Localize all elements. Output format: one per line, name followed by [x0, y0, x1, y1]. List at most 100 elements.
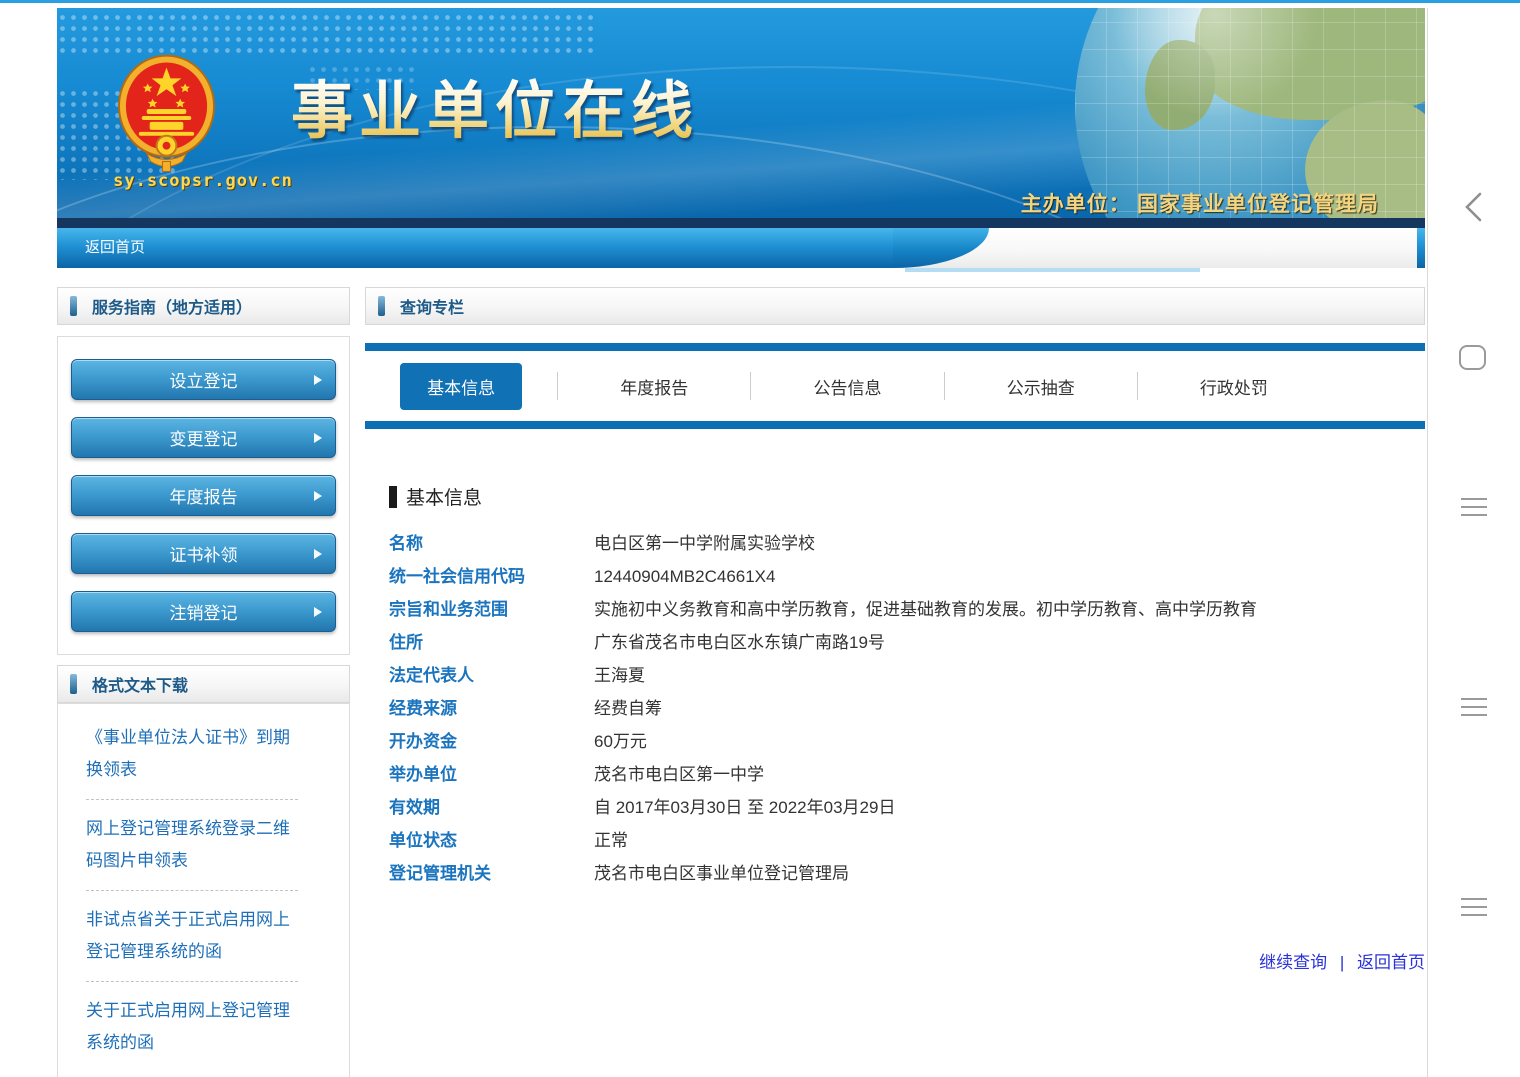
sidebar-guide-header: 服务指南（地方适用） — [57, 287, 350, 325]
field-value: 广东省茂名市电白区水东镇广南路19号 — [594, 626, 1412, 659]
content-area: 服务指南（地方适用） 设立登记 变更登记 年度报告 证书补领 — [57, 287, 1425, 1077]
banner-bottom-strip — [57, 218, 1425, 228]
tab-bottom-bar — [365, 421, 1425, 429]
section-title-bar — [389, 486, 397, 508]
hamburger-menu-icon[interactable] — [1461, 898, 1487, 916]
field-row-funding-source: 经费来源 经费自筹 — [389, 692, 1425, 725]
sidebar-button-label: 设立登记 — [170, 367, 238, 392]
header-accent-bar — [70, 296, 77, 316]
header-accent-bar — [70, 674, 77, 694]
hamburger-menu-icon[interactable] — [1461, 698, 1487, 716]
download-link-certificate-renewal[interactable]: 《事业单位法人证书》到期换领表 — [86, 722, 298, 786]
arrow-right-icon — [314, 491, 322, 501]
field-row-purpose-scope: 宗旨和业务范围 实施初中义务教育和高中学历教育，促进基础教育的发展。初中学历教育… — [389, 593, 1425, 626]
field-row-sponsor: 举办单位 茂名市电白区第一中学 — [389, 758, 1425, 791]
field-row-credit-code: 统一社会信用代码 12440904MB2C4661X4 — [389, 560, 1425, 593]
arrow-right-icon — [314, 375, 322, 385]
header-accent-bar — [378, 296, 385, 316]
field-row-registration-authority: 登记管理机关 茂名市电白区事业单位登记管理局 — [389, 857, 1425, 890]
main-panel: 查询专栏 基本信息 年度报告 公告信息 公示抽查 行政处罚 基本信息 — [365, 287, 1425, 973]
field-value: 12440904MB2C4661X4 — [594, 560, 1412, 593]
field-row-initial-capital: 开办资金 60万元 — [389, 725, 1425, 758]
site-banner: sy.scopsr.gov.cn 事业单位在线 主办单位： 国家事业单位登记管理… — [57, 8, 1425, 218]
sidebar-download-header: 格式文本下载 — [57, 665, 350, 703]
query-column-header-label: 查询专栏 — [400, 294, 464, 318]
download-link-nonpilot-letter[interactable]: 非试点省关于正式启用网上登记管理系统的函 — [86, 904, 298, 968]
arrow-right-icon — [314, 433, 322, 443]
field-label: 法定代表人 — [389, 659, 594, 692]
field-label: 名称 — [389, 527, 594, 560]
sidebar-button-label: 年度报告 — [170, 483, 238, 508]
query-column-header: 查询专栏 — [365, 287, 1425, 325]
field-label: 单位状态 — [389, 824, 594, 857]
footer-link-separator: | — [1340, 953, 1344, 972]
sidebar-button-change[interactable]: 变更登记 — [71, 417, 336, 458]
download-link-launch-letter[interactable]: 关于正式启用网上登记管理系统的函 — [86, 995, 298, 1059]
arrow-right-icon — [314, 549, 322, 559]
field-value: 经费自筹 — [594, 692, 1412, 725]
field-value: 自 2017年03月30日 至 2022年03月29日 — [594, 791, 1412, 824]
field-label: 登记管理机关 — [389, 857, 594, 890]
download-link-qrcode-form[interactable]: 网上登记管理系统登录二维码图片申领表 — [86, 813, 298, 877]
sidebar-button-deregister[interactable]: 注销登记 — [71, 591, 336, 632]
field-value: 茂名市电白区第一中学 — [594, 758, 1412, 791]
sidebar-button-label: 注销登记 — [170, 599, 238, 624]
sidebar-button-certificate[interactable]: 证书补领 — [71, 533, 336, 574]
hamburger-menu-icon[interactable] — [1461, 498, 1487, 516]
earth-globe-icon — [1075, 8, 1425, 218]
field-value: 电白区第一中学附属实验学校 — [594, 527, 1412, 560]
footer-links: 继续查询 | 返回首页 — [365, 948, 1425, 973]
sidebar-button-label: 证书补领 — [170, 541, 238, 566]
navbar-underline-sliver — [905, 268, 1200, 272]
sidebar-download-header-label: 格式文本下载 — [92, 672, 188, 696]
sidebar-download-panel: 《事业单位法人证书》到期换领表 网上登记管理系统登录二维码图片申领表 非试点省关… — [57, 703, 350, 1077]
sidebar-buttons-panel: 设立登记 变更登记 年度报告 证书补领 注销登记 — [57, 336, 350, 655]
field-row-unit-status: 单位状态 正常 — [389, 824, 1425, 857]
return-home-link[interactable]: 返回首页 — [1357, 953, 1425, 972]
chevron-left-icon[interactable] — [1461, 190, 1487, 224]
field-value: 茂名市电白区事业单位登记管理局 — [594, 857, 1412, 890]
field-label: 统一社会信用代码 — [389, 560, 594, 593]
tab-top-bar — [365, 343, 1425, 351]
organizer-line: 主办单位： 国家事业单位登记管理局 — [1021, 188, 1379, 218]
section-title-label: 基本信息 — [406, 483, 482, 510]
field-row-name: 名称 电白区第一中学附属实验学校 — [389, 527, 1425, 560]
field-row-address: 住所 广东省茂名市电白区水东镇广南路19号 — [389, 626, 1425, 659]
tab-administrative-penalty[interactable]: 行政处罚 — [1200, 374, 1268, 399]
field-value: 王海夏 — [594, 659, 1412, 692]
home-link[interactable]: 返回首页 — [57, 228, 145, 268]
field-row-validity-period: 有效期 自 2017年03月30日 至 2022年03月29日 — [389, 791, 1425, 824]
tab-row: 基本信息 年度报告 公告信息 公示抽查 行政处罚 — [365, 351, 1425, 421]
china-national-emblem-icon — [117, 54, 216, 174]
dashed-divider — [86, 890, 298, 891]
dashed-divider — [86, 981, 298, 982]
field-row-legal-representative: 法定代表人 王海夏 — [389, 659, 1425, 692]
field-label: 宗旨和业务范围 — [389, 593, 594, 626]
continue-query-link[interactable]: 继续查询 — [1259, 953, 1327, 972]
field-value: 60万元 — [594, 725, 1412, 758]
rounded-square-icon[interactable] — [1459, 345, 1486, 370]
sidebar: 服务指南（地方适用） 设立登记 变更登记 年度报告 证书补领 — [57, 287, 350, 1077]
field-label: 有效期 — [389, 791, 594, 824]
viewport-right-border — [1427, 8, 1428, 1077]
field-label: 开办资金 — [389, 725, 594, 758]
site-title: 事业单位在线 — [291, 60, 699, 150]
dashed-divider — [86, 799, 298, 800]
sidebar-guide-header-label: 服务指南（地方适用） — [92, 294, 252, 318]
field-value: 实施初中义务教育和高中学历教育，促进基础教育的发展。初中学历教育、高中学历教育 — [594, 593, 1412, 626]
sidebar-button-annual-report[interactable]: 年度报告 — [71, 475, 336, 516]
tab-public-spot-check[interactable]: 公示抽查 — [1007, 374, 1075, 399]
tab-announcement[interactable]: 公告信息 — [814, 374, 882, 399]
dot-pattern — [57, 12, 597, 58]
page-top-accent-line — [0, 0, 1520, 3]
top-navbar: 返回首页 — [57, 228, 1425, 268]
sidebar-button-establish[interactable]: 设立登记 — [71, 359, 336, 400]
tab-annual-report[interactable]: 年度报告 — [620, 374, 688, 399]
arrow-right-icon — [314, 607, 322, 617]
field-label: 经费来源 — [389, 692, 594, 725]
sidebar-button-label: 变更登记 — [170, 425, 238, 450]
field-label: 住所 — [389, 626, 594, 659]
field-label: 举办单位 — [389, 758, 594, 791]
tab-basic-info[interactable]: 基本信息 — [400, 363, 522, 410]
section-title: 基本信息 — [389, 483, 1425, 510]
